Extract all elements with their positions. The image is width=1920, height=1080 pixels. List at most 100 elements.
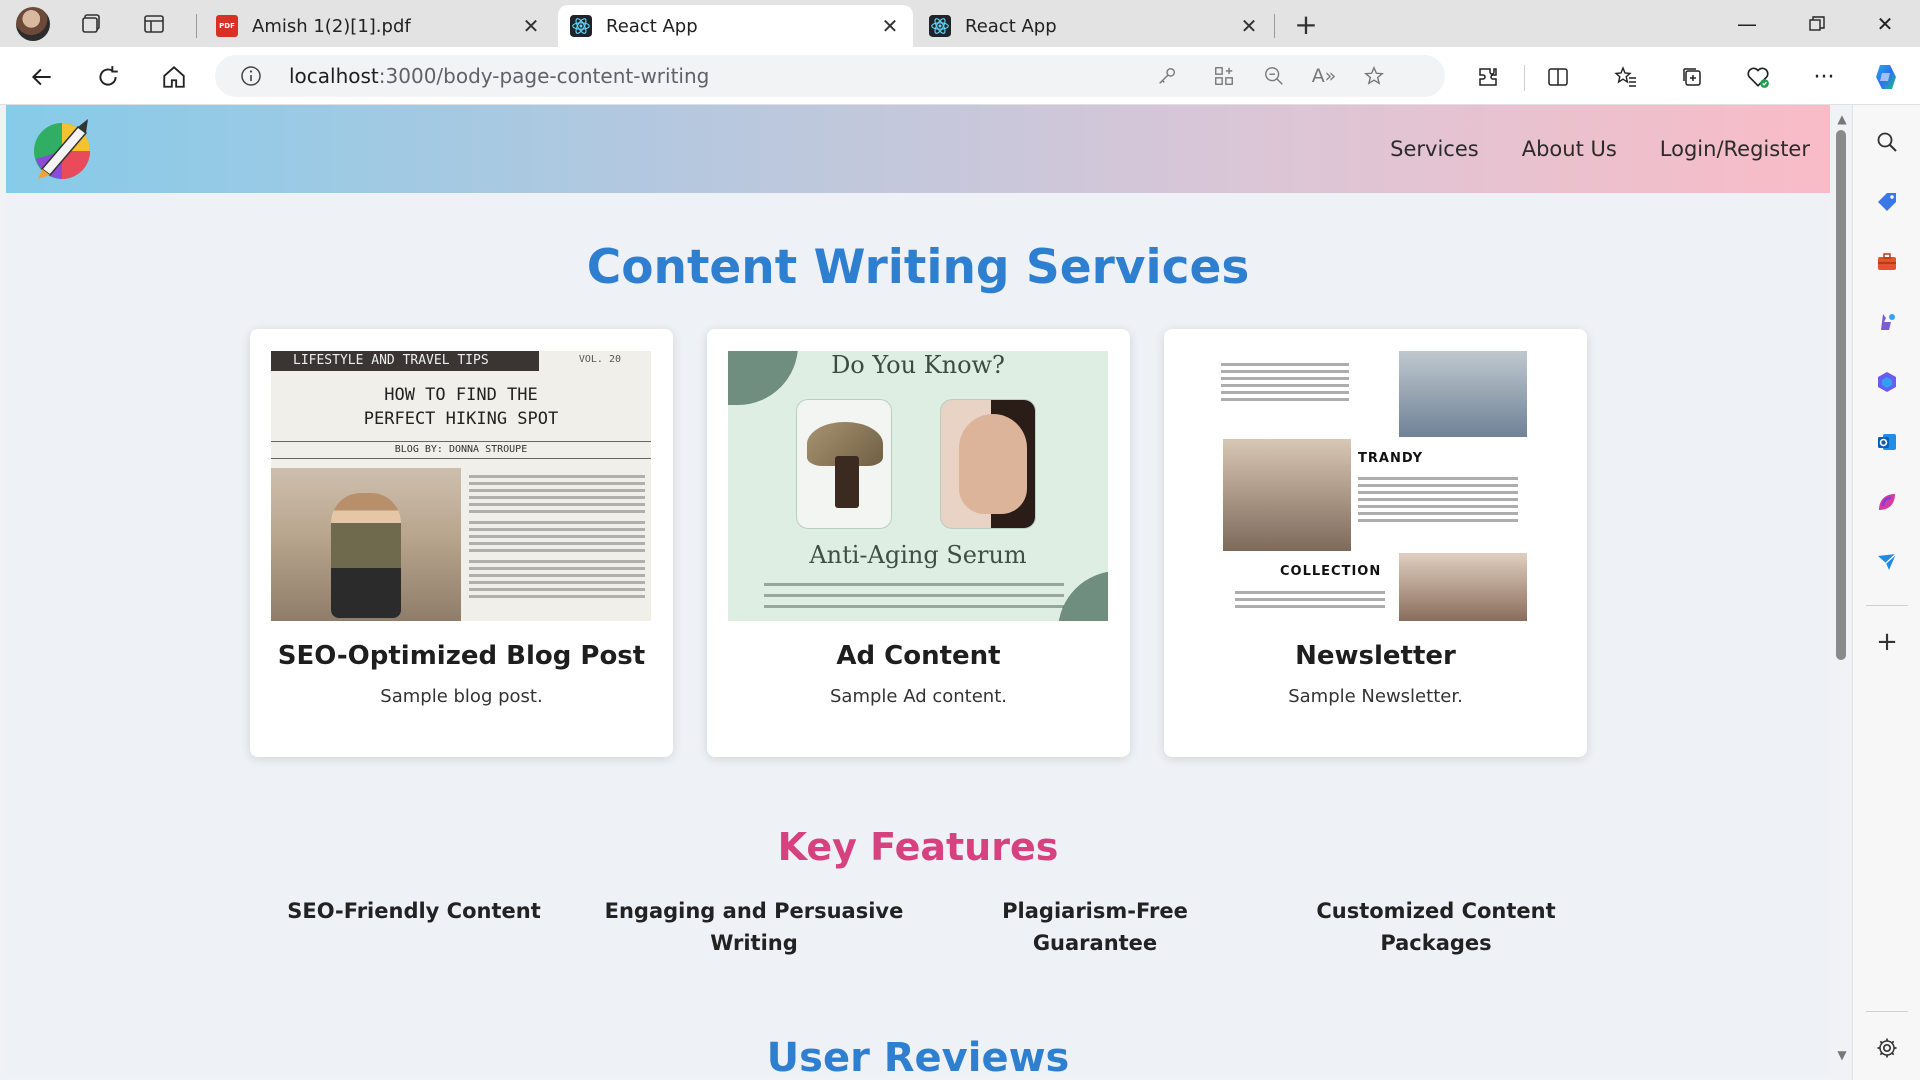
key-features-heading: Key Features [777, 825, 1059, 869]
more-options-icon[interactable]: ··· [1806, 59, 1842, 95]
fashion-photo-3 [1399, 553, 1527, 621]
ad-content-image: Do You Know? Anti-Aging Serum [728, 351, 1108, 621]
browser-essentials-icon[interactable] [1740, 59, 1776, 95]
vertical-tabs-icon[interactable] [138, 8, 170, 40]
card-title: Ad Content [836, 641, 1001, 671]
favorite-star-icon[interactable] [1358, 60, 1390, 92]
site-navigation: Services About Us Login/Register [1347, 105, 1810, 193]
site-info-icon[interactable] [235, 60, 267, 92]
blog-headline-line-2: PERFECT HIKING SPOT [363, 409, 559, 429]
split-screen-icon[interactable] [1540, 59, 1576, 95]
restore-icon[interactable] [1782, 0, 1852, 47]
card-text: Sample Newsletter. [1288, 686, 1463, 707]
scrollbar-thumb[interactable] [1836, 130, 1846, 660]
page-viewport: Services About Us Login/Register Content… [6, 105, 1830, 1075]
tools-briefcase-icon[interactable] [1870, 245, 1904, 279]
card-text: Sample Ad content. [830, 686, 1007, 707]
microsoft-365-icon[interactable] [1870, 365, 1904, 399]
extensions-icon[interactable] [1470, 59, 1506, 95]
feature-item: Customized Content Packages [1316, 899, 1556, 955]
card-title: SEO-Optimized Blog Post [277, 641, 646, 671]
app-available-icon[interactable] [1208, 60, 1240, 92]
back-icon[interactable] [24, 59, 60, 95]
scroll-up-icon[interactable]: ▲ [1836, 112, 1848, 126]
tab-title: Amish 1(2)[1].pdf [252, 15, 411, 37]
add-sidebar-app-icon[interactable]: + [1870, 625, 1904, 659]
tab-divider [196, 14, 197, 38]
newsletter-text-lines-3 [1235, 591, 1385, 612]
close-tab-icon[interactable]: ✕ [879, 14, 901, 38]
tab-pdf[interactable]: PDF Amish 1(2)[1].pdf ✕ [204, 5, 554, 47]
user-reviews-heading: User Reviews [766, 1035, 1070, 1075]
toolbar-divider [1524, 65, 1525, 91]
service-card-blog[interactable]: LIFESTYLE AND TRAVEL TIPS VOL. 20 HOW TO… [250, 329, 673, 757]
site-header: Services About Us Login/Register [6, 105, 1830, 193]
favorites-icon[interactable] [1608, 59, 1644, 95]
profile-avatar[interactable] [16, 7, 50, 41]
sidebar-divider [1866, 605, 1908, 606]
send-icon[interactable] [1870, 545, 1904, 579]
close-tab-icon[interactable]: ✕ [520, 14, 542, 38]
blog-headline: HOW TO FIND THE PERFECT HIKING SPOT [271, 383, 651, 431]
ad-subheading: Anti-Aging Serum [809, 541, 1027, 569]
newsletter-text-lines-2 [1358, 477, 1518, 526]
edge-sidebar: + [1852, 105, 1920, 1080]
card-title: Newsletter [1295, 641, 1456, 671]
collections-icon[interactable] [1674, 59, 1710, 95]
close-tab-icon[interactable]: ✕ [1238, 14, 1260, 38]
newsletter-text-lines [1221, 363, 1349, 405]
games-icon[interactable] [1870, 305, 1904, 339]
service-card-ad[interactable]: Do You Know? Anti-Aging Serum Ad Content… [707, 329, 1130, 757]
newsletter-label-trandy: TRANDY [1358, 451, 1424, 466]
nav-link-login-register[interactable]: Login/Register [1660, 137, 1810, 161]
url-text[interactable]: localhost:3000/body-page-content-writing [289, 55, 709, 97]
close-window-icon[interactable]: ✕ [1850, 0, 1920, 47]
tab-divider [1274, 14, 1275, 38]
blog-byline: BLOG BY: DONNA STROUPE [271, 441, 651, 459]
address-bar[interactable]: localhost:3000/body-page-content-writing… [215, 55, 1445, 97]
settings-gear-icon[interactable] [1870, 1031, 1904, 1065]
nav-link-about-us[interactable]: About Us [1522, 137, 1617, 161]
pdf-icon: PDF [216, 15, 238, 37]
nav-link-services[interactable]: Services [1390, 137, 1479, 161]
feature-item: SEO-Friendly Content [287, 899, 541, 923]
url-host: localhost [289, 64, 379, 88]
home-icon[interactable] [156, 59, 192, 95]
react-icon [929, 15, 951, 37]
ad-text-lines [764, 583, 1064, 616]
shopping-tag-icon[interactable] [1870, 185, 1904, 219]
url-path: :3000/body-page-content-writing [378, 64, 710, 88]
blog-banner-text: LIFESTYLE AND TRAVEL TIPS [271, 351, 539, 371]
read-aloud-icon[interactable]: A» [1308, 60, 1340, 92]
refresh-icon[interactable] [90, 59, 126, 95]
serum-bottle-photo [796, 399, 892, 529]
feature-item: Plagiarism-Free Guarantee [1002, 899, 1188, 955]
password-key-icon[interactable] [1151, 60, 1183, 92]
copilot-designer-icon[interactable] [1870, 485, 1904, 519]
copilot-icon[interactable] [1868, 59, 1904, 95]
sidebar-divider [1866, 1011, 1908, 1012]
tab-title: React App [965, 15, 1057, 37]
tab-react-app[interactable]: React App ✕ [917, 5, 1272, 47]
blog-post-image: LIFESTYLE AND TRAVEL TIPS VOL. 20 HOW TO… [271, 351, 651, 621]
scroll-down-icon[interactable]: ▼ [1836, 1048, 1848, 1062]
blog-text-lines [469, 475, 645, 602]
blog-headline-line-1: HOW TO FIND THE [384, 385, 538, 405]
blog-vol-text: VOL. 20 [578, 354, 621, 365]
newsletter-image: TRANDY COLLECTION [1185, 351, 1565, 621]
minimize-icon[interactable]: — [1712, 0, 1782, 47]
newsletter-label-collection: COLLECTION [1280, 564, 1382, 579]
zoom-out-icon[interactable] [1258, 60, 1290, 92]
tab-react-app-active[interactable]: React App ✕ [558, 5, 913, 47]
browser-toolbar: localhost:3000/body-page-content-writing… [0, 47, 1920, 105]
service-card-newsletter[interactable]: TRANDY COLLECTION Newsletter Sample News… [1164, 329, 1587, 757]
feature-item: Engaging and Persuasive Writing [604, 899, 904, 955]
new-tab-icon[interactable]: + [1290, 8, 1322, 41]
fashion-photo-1 [1399, 351, 1527, 437]
search-icon[interactable] [1870, 125, 1904, 159]
tab-title: React App [606, 15, 698, 37]
site-logo[interactable] [28, 115, 96, 183]
workspaces-icon[interactable] [76, 8, 108, 40]
outlook-icon[interactable] [1870, 425, 1904, 459]
model-face-photo [940, 399, 1036, 529]
